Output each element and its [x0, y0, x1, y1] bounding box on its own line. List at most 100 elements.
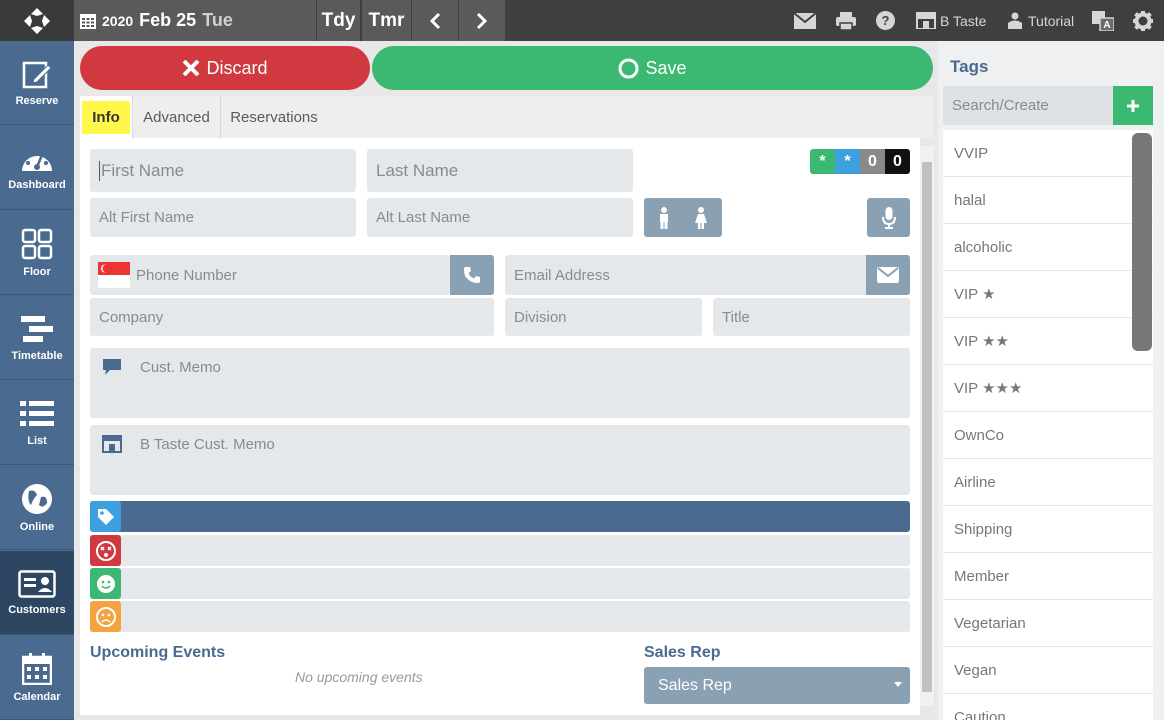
- mail-button[interactable]: [794, 0, 816, 41]
- frown-face-icon: [95, 606, 116, 627]
- nav-label: Customers: [8, 603, 66, 616]
- tab-advanced[interactable]: Advanced: [133, 96, 221, 138]
- tag-item[interactable]: VIP ★★★: [943, 365, 1153, 412]
- save-button[interactable]: Save: [372, 46, 933, 90]
- close-icon: [183, 59, 200, 77]
- division-field[interactable]: Division: [505, 298, 702, 336]
- circle-icon: [618, 58, 639, 78]
- tag-item[interactable]: VVIP: [943, 130, 1153, 177]
- prev-day-button[interactable]: [411, 0, 458, 41]
- dislike-bar[interactable]: [90, 535, 910, 566]
- help-button[interactable]: ?: [876, 0, 895, 41]
- nav-item-timetable[interactable]: Timetable: [0, 296, 74, 380]
- badge-gray: 0: [860, 149, 885, 174]
- nav-item-reserve[interactable]: Reserve: [0, 41, 74, 125]
- timetable-icon: [21, 315, 53, 342]
- tutorial-label: Tutorial: [1028, 12, 1075, 29]
- tag-item[interactable]: VIP ★★: [943, 318, 1153, 365]
- last-name-field[interactable]: Last Name: [367, 149, 633, 192]
- tab-info[interactable]: Info: [80, 96, 133, 138]
- plus-icon: [1127, 99, 1139, 112]
- restaurant-label: B Taste: [940, 12, 987, 29]
- first-name-placeholder: First Name: [101, 160, 185, 180]
- tomorrow-button[interactable]: Tmr: [361, 0, 411, 41]
- today-button[interactable]: Tdy: [316, 0, 360, 41]
- tag-list-scroll-thumb[interactable]: [1132, 133, 1152, 351]
- like-icon-box: [90, 568, 121, 599]
- male-icon: [660, 206, 668, 229]
- tab-reservations[interactable]: Reservations: [221, 96, 327, 138]
- caret-down-icon: [894, 682, 902, 687]
- neutral-bar[interactable]: [90, 601, 910, 632]
- store-icon: [102, 435, 122, 453]
- upcoming-events-title: Upcoming Events: [90, 644, 226, 661]
- settings-button[interactable]: [1133, 0, 1153, 41]
- calendar-icon: [22, 652, 52, 685]
- tag-item[interactable]: Shipping: [943, 506, 1153, 553]
- add-tag-button[interactable]: [1113, 86, 1153, 125]
- sales-rep-select[interactable]: Sales Rep: [644, 667, 910, 704]
- nav-item-customers[interactable]: Customers: [0, 551, 74, 635]
- globe-icon: [22, 483, 52, 514]
- phone-field[interactable]: Phone Number: [90, 255, 450, 295]
- nav-item-floor[interactable]: Floor: [0, 211, 74, 295]
- tag-item[interactable]: Vegan: [943, 647, 1153, 694]
- alt-last-name-field[interactable]: Alt Last Name: [367, 198, 633, 237]
- tag-item[interactable]: halal: [943, 177, 1153, 224]
- help-icon: ?: [876, 11, 895, 30]
- nav-item-dashboard[interactable]: Dashboard: [0, 126, 74, 210]
- form-scroll-thumb[interactable]: [922, 162, 932, 692]
- restaurant-button[interactable]: B Taste: [916, 0, 986, 41]
- send-email-button[interactable]: [866, 255, 910, 295]
- tag-item[interactable]: VIP ★: [943, 271, 1153, 318]
- nav-item-online[interactable]: Online: [0, 466, 74, 550]
- badge-blue: *: [835, 149, 860, 174]
- tag-item[interactable]: Airline: [943, 459, 1153, 506]
- app-logo[interactable]: [0, 0, 74, 41]
- weekday-label: Tue: [202, 10, 233, 30]
- date-picker[interactable]: 2020 Feb 25 Tue: [74, 0, 316, 41]
- tag-item[interactable]: Vegetarian: [943, 600, 1153, 647]
- nav-item-list[interactable]: List: [0, 381, 74, 465]
- language-button[interactable]: A: [1092, 0, 1114, 41]
- gear-icon: [1133, 10, 1153, 31]
- form-scrollbar[interactable]: [920, 146, 934, 706]
- voice-input-button[interactable]: [867, 198, 910, 237]
- tag-item[interactable]: Member: [943, 553, 1153, 600]
- btaste-memo-field[interactable]: B Taste Cust. Memo: [90, 425, 910, 495]
- like-bar[interactable]: [90, 568, 910, 599]
- svg-text:?: ?: [882, 13, 890, 28]
- tag-item[interactable]: OwnCo: [943, 412, 1153, 459]
- alt-first-name-field[interactable]: Alt First Name: [90, 198, 356, 237]
- first-name-field[interactable]: First Name: [90, 149, 356, 192]
- print-button[interactable]: [836, 0, 856, 41]
- tag-search-input[interactable]: Search/Create: [943, 86, 1113, 125]
- cust-memo-placeholder: Cust. Memo: [140, 359, 221, 376]
- call-button[interactable]: [450, 255, 494, 295]
- tab-label: Reservations: [230, 108, 318, 126]
- envelope-icon: [877, 267, 899, 283]
- company-field[interactable]: Company: [90, 298, 494, 336]
- btaste-memo-placeholder: B Taste Cust. Memo: [140, 436, 275, 453]
- tag-item[interactable]: alcoholic: [943, 224, 1153, 271]
- badge-green: *: [810, 149, 835, 174]
- discard-button[interactable]: Discard: [80, 46, 370, 90]
- gender-toggle[interactable]: [644, 198, 722, 237]
- translate-icon: A: [1092, 10, 1114, 31]
- tag-item[interactable]: Caution: [943, 694, 1153, 720]
- gauge-icon: [22, 152, 52, 171]
- tag-list: VVIP halal alcoholic VIP ★ VIP ★★ VIP ★★…: [943, 130, 1153, 720]
- printer-icon: [836, 11, 856, 30]
- email-field[interactable]: Email Address: [505, 255, 867, 295]
- tutorial-button[interactable]: Tutorial: [1006, 0, 1074, 41]
- title-field[interactable]: Title: [713, 298, 910, 336]
- calendar-icon: [80, 13, 96, 29]
- tutorial-icon: [1008, 12, 1022, 29]
- nav-item-calendar[interactable]: Calendar: [0, 636, 74, 720]
- cust-memo-field[interactable]: Cust. Memo: [90, 348, 910, 418]
- next-day-button[interactable]: [458, 0, 505, 41]
- nav-label: Online: [19, 520, 55, 533]
- microphone-icon: [881, 206, 896, 229]
- date-label: Feb 25: [139, 10, 197, 30]
- tags-bar[interactable]: [90, 501, 910, 532]
